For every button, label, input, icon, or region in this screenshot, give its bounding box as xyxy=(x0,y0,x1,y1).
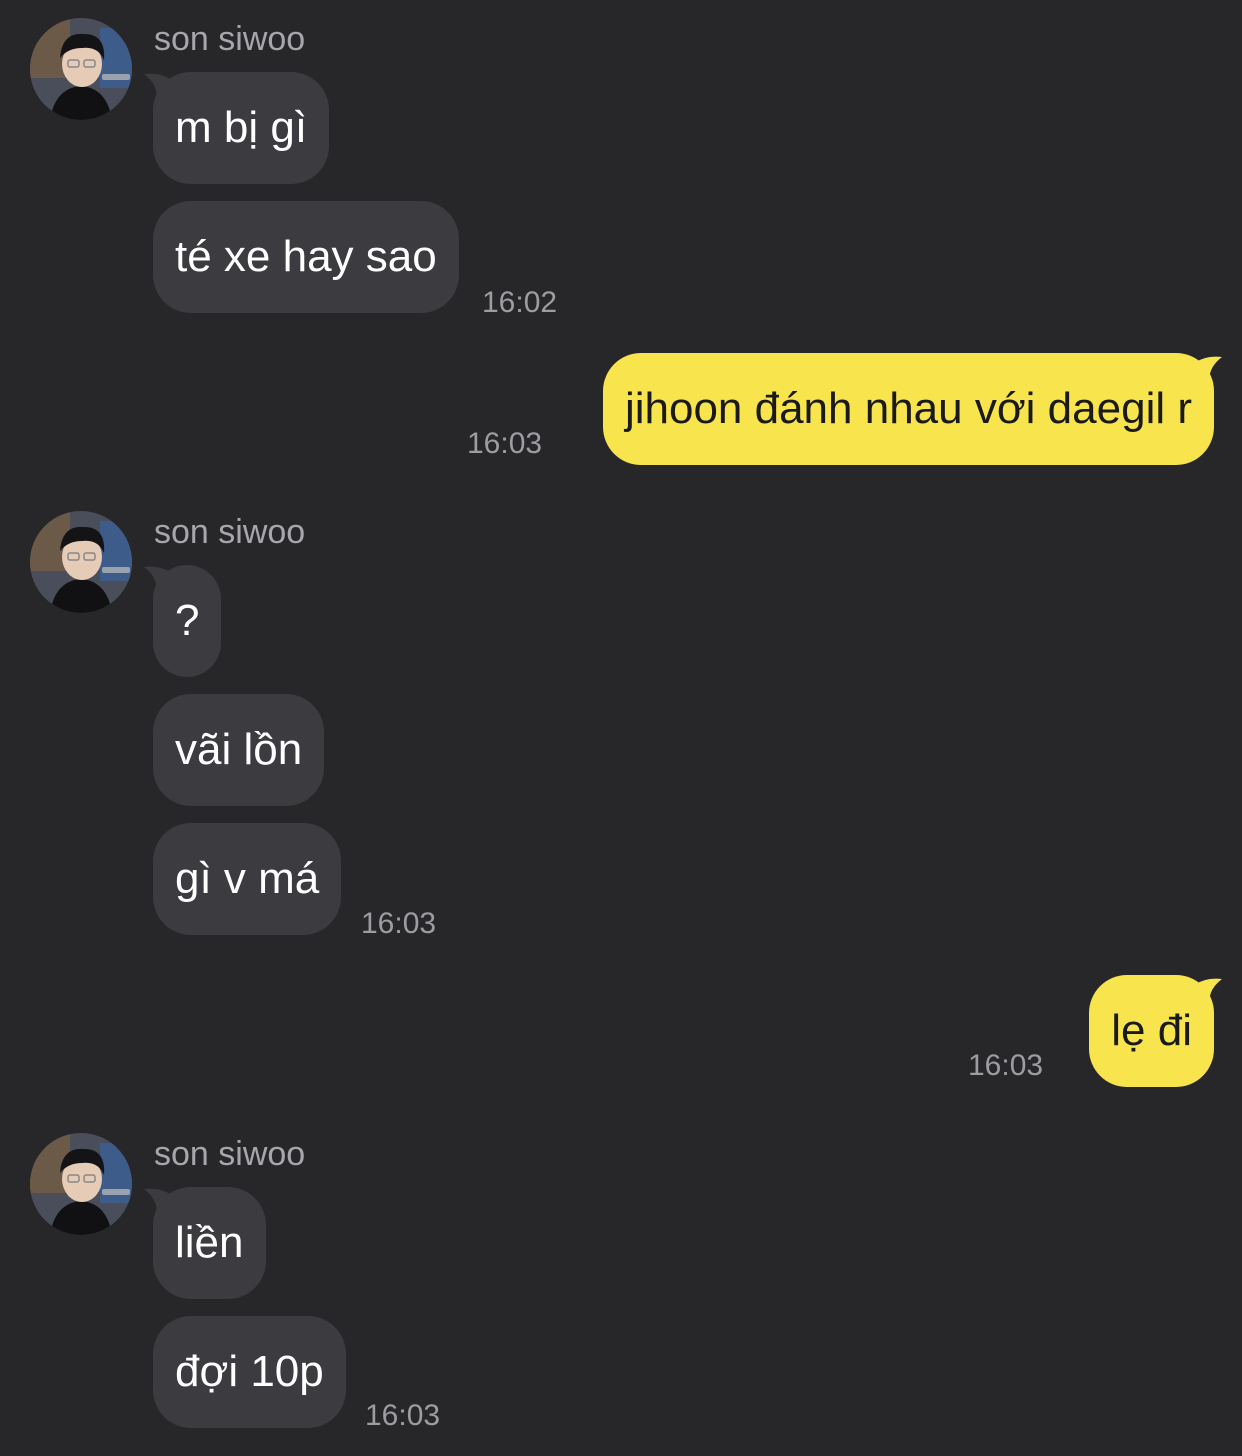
sender-name: son siwoo xyxy=(154,20,306,58)
message-timestamp: 16:03 xyxy=(365,1399,441,1432)
sender-avatar[interactable] xyxy=(30,511,132,613)
sender-avatar[interactable] xyxy=(30,1133,132,1235)
sender-name: son siwoo xyxy=(154,1135,306,1173)
incoming-message-bubble[interactable]: đợi 10p xyxy=(153,1316,346,1428)
incoming-message-bubble[interactable]: gì v má xyxy=(153,823,342,935)
profile-photo-icon xyxy=(30,18,132,120)
incoming-message-bubble[interactable]: té xe hay sao xyxy=(153,201,459,313)
profile-photo-icon xyxy=(30,511,132,613)
incoming-message-bubble[interactable]: m bị gì xyxy=(153,72,330,184)
chat-screen: { "colors": { "background": "#27272a", "… xyxy=(0,0,1242,1456)
message-timestamp: 16:02 xyxy=(482,286,558,319)
message-timestamp: 16:03 xyxy=(361,907,437,940)
bubble-tail-icon xyxy=(1194,356,1222,387)
bubble-tail-icon xyxy=(1194,978,1222,1009)
outgoing-message-bubble[interactable]: jihoon đánh nhau với daegil r xyxy=(602,353,1214,465)
message-timestamp: 16:03 xyxy=(467,427,543,460)
sender-avatar[interactable] xyxy=(30,18,132,120)
sender-name: son siwoo xyxy=(154,513,306,551)
message-timestamp: 16:03 xyxy=(968,1049,1044,1082)
incoming-message-bubble[interactable]: liền xyxy=(153,1187,266,1299)
incoming-message-bubble[interactable]: vãi lồn xyxy=(153,694,325,806)
incoming-message-bubble[interactable]: ? xyxy=(153,565,222,677)
profile-photo-icon xyxy=(30,1133,132,1235)
